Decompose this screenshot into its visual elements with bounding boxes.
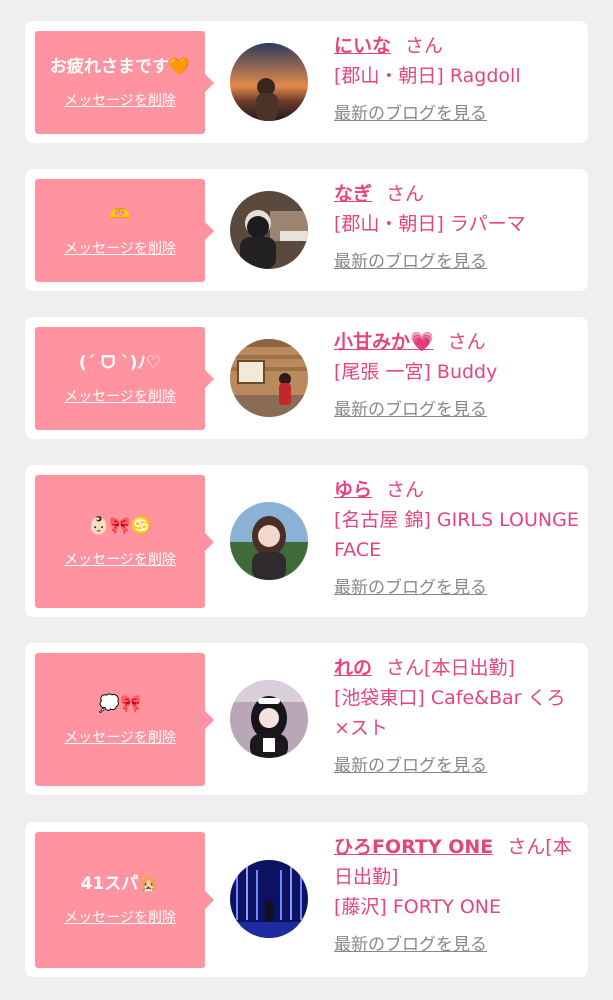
message-bubble: 🫶 メッセージを削除 <box>35 179 214 282</box>
delete-message-link[interactable]: メッセージを削除 <box>64 727 176 747</box>
latest-blog-link[interactable]: 最新のブログを見る <box>334 751 487 776</box>
message-bubble: 💭🎀 メッセージを削除 <box>35 653 214 786</box>
cast-name-link[interactable]: ひろFORTY ONE <box>334 836 493 858</box>
delete-message-link[interactable]: メッセージを削除 <box>64 90 176 110</box>
message-bubble: 41スパ🐹 メッセージを削除 <box>35 832 214 968</box>
honorific: さん <box>386 479 425 501</box>
cast-info: 小甘みか💗 さん [尾張 一宮] Buddy 最新のブログを見る <box>334 327 580 420</box>
shop-name: [郡山・朝日] ラパーマ <box>334 213 526 235</box>
avatar[interactable] <box>230 680 308 758</box>
avatar-image <box>230 860 308 938</box>
cast-name-link[interactable]: 小甘みか💗 <box>334 331 434 353</box>
cast-info: ひろFORTY ONE さん[本日出勤] [藤沢] FORTY ONE 最新のブロ… <box>334 832 580 955</box>
cast-name-link[interactable]: れの <box>334 657 372 679</box>
shop-name: [郡山・朝日] Ragdoll <box>334 65 521 87</box>
shop-name: [藤沢] FORTY ONE <box>334 896 501 918</box>
avatar[interactable] <box>230 860 308 938</box>
message-text: お疲れさまです🧡 <box>49 56 191 77</box>
message-text: (ˊ ᗜ ˋ)ﾉ♡ <box>78 352 162 373</box>
message-card: 💭🎀 メッセージを削除 れの さん[本日出勤] [池袋東口] Cafe&Bar く… <box>25 643 588 795</box>
avatar-image <box>230 680 308 758</box>
cast-info: ゆら さん [名古屋 錦] GIRLS LOUNGE FACE 最新のブログを見る <box>334 475 580 598</box>
message-card: お疲れさまです🧡 メッセージを削除 にいな さん [郡山・朝日] Ragdoll… <box>25 21 588 143</box>
avatar[interactable] <box>230 191 308 269</box>
message-bubble: お疲れさまです🧡 メッセージを削除 <box>35 31 214 134</box>
avatar-image <box>230 502 308 580</box>
message-text: 👶🏻🎀♋️ <box>88 515 152 536</box>
cast-name-link[interactable]: なぎ <box>334 183 372 205</box>
avatar-image <box>230 191 308 269</box>
shop-name: [名古屋 錦] GIRLS LOUNGE FACE <box>334 509 579 561</box>
latest-blog-link[interactable]: 最新のブログを見る <box>334 247 487 272</box>
cast-info: なぎ さん [郡山・朝日] ラパーマ 最新のブログを見る <box>334 179 580 272</box>
latest-blog-link[interactable]: 最新のブログを見る <box>334 930 487 955</box>
delete-message-link[interactable]: メッセージを削除 <box>64 549 176 569</box>
cast-info: にいな さん [郡山・朝日] Ragdoll 最新のブログを見る <box>334 31 580 124</box>
delete-message-link[interactable]: メッセージを削除 <box>64 907 176 927</box>
honorific: さん <box>405 35 444 57</box>
avatar[interactable] <box>230 502 308 580</box>
honorific: さん <box>507 836 546 858</box>
avatar-image <box>230 339 308 417</box>
latest-blog-link[interactable]: 最新のブログを見る <box>334 573 487 598</box>
cast-name-link[interactable]: にいな <box>334 35 391 57</box>
avatar[interactable] <box>230 43 308 121</box>
message-card: 41スパ🐹 メッセージを削除 ひろFORTY ONE さん[本日出勤] [藤沢] … <box>25 822 588 977</box>
honorific: さん <box>386 183 425 205</box>
latest-blog-link[interactable]: 最新のブログを見る <box>334 99 487 124</box>
delete-message-link[interactable]: メッセージを削除 <box>64 238 176 258</box>
message-text: 💭🎀 <box>98 693 142 714</box>
cast-info: れの さん[本日出勤] [池袋東口] Cafe&Bar くろ×スト 最新のブログを… <box>334 653 580 776</box>
shop-name: [尾張 一宮] Buddy <box>334 361 498 383</box>
honorific: さん <box>386 657 425 679</box>
cast-name-link[interactable]: ゆら <box>334 479 372 501</box>
message-text: 🫶 <box>109 204 131 225</box>
message-list: お疲れさまです🧡 メッセージを削除 にいな さん [郡山・朝日] Ragdoll… <box>0 0 613 1000</box>
message-text: 41スパ🐹 <box>80 874 160 894</box>
latest-blog-link[interactable]: 最新のブログを見る <box>334 395 487 420</box>
status-text: [本日出勤] <box>424 657 515 679</box>
avatar[interactable] <box>230 339 308 417</box>
delete-message-link[interactable]: メッセージを削除 <box>64 386 176 406</box>
message-card: (ˊ ᗜ ˋ)ﾉ♡ メッセージを削除 小甘みか💗 さん [尾張 一宮] Buddy… <box>25 317 588 439</box>
message-bubble: (ˊ ᗜ ˋ)ﾉ♡ メッセージを削除 <box>35 327 214 430</box>
message-card: 👶🏻🎀♋️ メッセージを削除 ゆら さん [名古屋 錦] GIRLS LOUNGE… <box>25 465 588 617</box>
honorific: さん <box>447 331 486 353</box>
shop-name: [池袋東口] Cafe&Bar くろ×スト <box>334 687 566 739</box>
message-card: 🫶 メッセージを削除 なぎ さん [郡山・朝日] ラパーマ 最新のブログを見る <box>25 169 588 291</box>
avatar-image <box>230 43 308 121</box>
message-bubble: 👶🏻🎀♋️ メッセージを削除 <box>35 475 214 608</box>
